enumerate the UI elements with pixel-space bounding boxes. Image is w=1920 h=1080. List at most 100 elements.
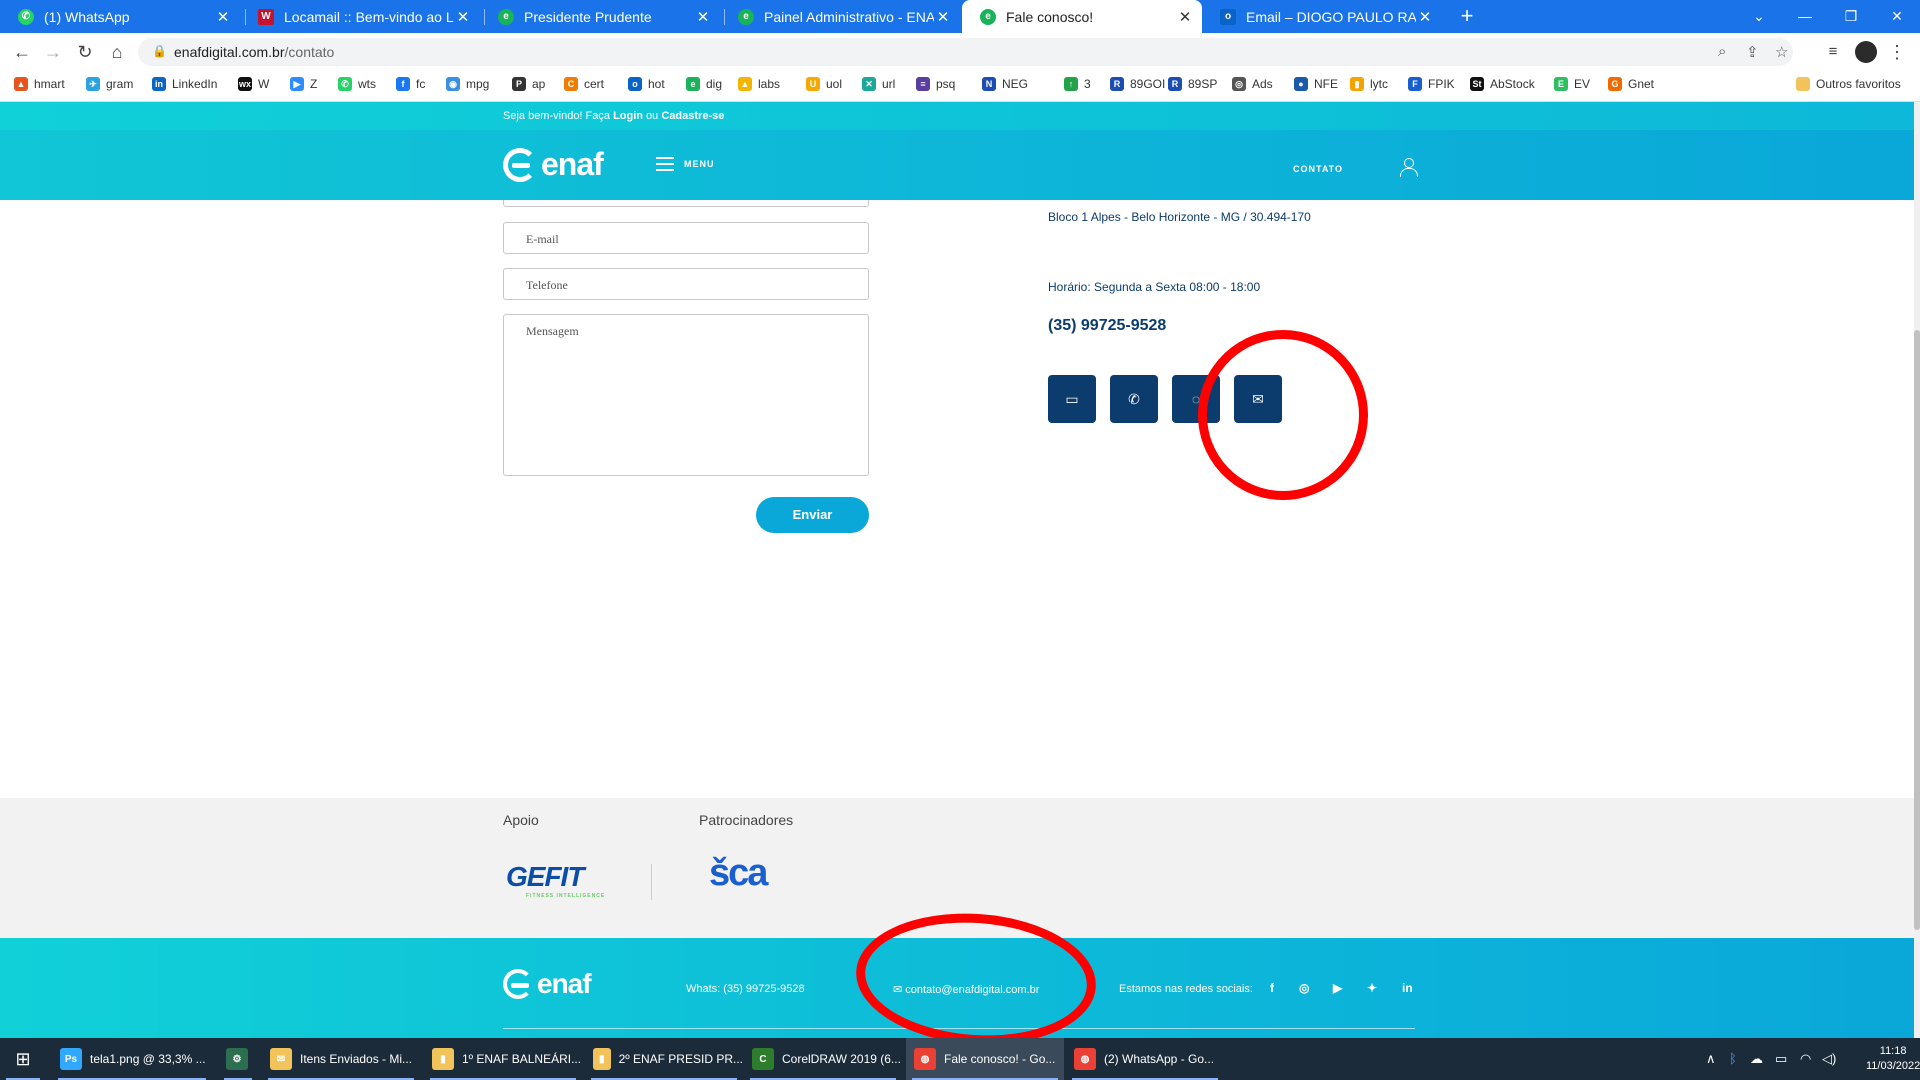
taskbar-item[interactable]: ◍ Fale conosco! - Go... xyxy=(906,1038,1064,1080)
forward-icon[interactable]: → xyxy=(42,41,64,63)
bookmark-psq[interactable]: ≡ psq xyxy=(916,77,955,91)
footer-enaf-logo[interactable]: enaf xyxy=(503,968,592,1000)
bookmark-hot[interactable]: o hot xyxy=(628,77,665,91)
bookmark-hmart[interactable]: ▲ hmart xyxy=(14,77,65,91)
volume-icon[interactable]: ◁) xyxy=(1822,1051,1836,1067)
address-bar[interactable]: 🔒 enafdigital.com.br/contato ⌕ ⇪ ☆ xyxy=(138,38,1793,66)
bookmark-mpg[interactable]: ◉ mpg xyxy=(446,77,489,91)
bookmark-icon: e xyxy=(686,77,700,91)
bookmark-z[interactable]: ▶ Z xyxy=(290,77,317,91)
bookmark-fc[interactable]: f fc xyxy=(396,77,425,91)
name-field[interactable] xyxy=(503,200,869,207)
bookmark-linkedin[interactable]: in LinkedIn xyxy=(152,77,217,91)
taskbar-item[interactable]: Ps tela1.png @ 33,3% ... xyxy=(52,1038,212,1080)
bookmark-dig[interactable]: e dig xyxy=(686,77,722,91)
bookmark-89sp[interactable]: R 89SP xyxy=(1168,77,1217,91)
bookmark-lytc[interactable]: ▮ lytc xyxy=(1350,77,1388,91)
email-field[interactable]: E-mail xyxy=(503,222,869,254)
linkedin-icon[interactable]: in xyxy=(1402,981,1413,995)
taskbar-item[interactable]: ◍ (2) WhatsApp - Go... xyxy=(1066,1038,1224,1080)
taskbar-item-label: Fale conosco! - Go... xyxy=(944,1052,1056,1066)
avatar[interactable] xyxy=(1855,41,1877,63)
tab-presidente-prudente[interactable]: e Presidente Prudente ✕ xyxy=(480,0,720,33)
share-icon[interactable]: ⇪ xyxy=(1746,43,1759,61)
tab-locamail[interactable]: W Locamail :: Bem-vindo ao Locamail ✕ xyxy=(240,0,480,33)
bookmark-icon: U xyxy=(806,77,820,91)
facebook-icon[interactable]: f xyxy=(1270,981,1274,995)
login-link[interactable]: Login xyxy=(613,110,643,122)
chat-button[interactable]: ▭ xyxy=(1048,375,1096,423)
bookmark-neg[interactable]: N NEG xyxy=(982,77,1028,91)
battery-icon[interactable]: ▭ xyxy=(1775,1051,1787,1067)
taskbar-item[interactable]: ✉ Itens Enviados - Mi... xyxy=(262,1038,420,1080)
twitter-icon[interactable]: ✦ xyxy=(1367,981,1377,995)
send-button[interactable]: Enviar xyxy=(756,497,869,533)
scrollbar-thumb[interactable] xyxy=(1914,330,1920,930)
tab-fale-conosco[interactable]: e Fale conosco! ✕ xyxy=(962,0,1202,33)
bluetooth-icon[interactable]: ᛒ xyxy=(1729,1051,1737,1066)
sca-logo[interactable]: šca xyxy=(709,852,768,895)
reading-list-icon[interactable]: ≡ xyxy=(1822,41,1844,63)
new-tab-button[interactable]: + xyxy=(1454,4,1480,30)
close-icon[interactable]: ✕ xyxy=(694,8,712,26)
menu-button[interactable]: MENU xyxy=(656,157,715,171)
phone-icon: ✆ xyxy=(1128,390,1140,407)
tab-painel-administrativo[interactable]: e Painel Administrativo - ENAF ✕ xyxy=(720,0,960,33)
bookmark-3[interactable]: ↑ 3 xyxy=(1064,77,1091,91)
bookmark-uol[interactable]: Uuol xyxy=(806,77,842,91)
youtube-icon[interactable]: ▶ xyxy=(1333,981,1342,995)
bookmark-abstock[interactable]: St AbStock xyxy=(1470,77,1535,91)
tray-chevron-icon[interactable]: ∧ xyxy=(1706,1051,1716,1067)
taskbar-item[interactable]: ⚙ xyxy=(218,1038,258,1080)
instagram-icon[interactable]: ◎ xyxy=(1299,981,1309,995)
bookmark-wts[interactable]: ✆ wts xyxy=(338,77,376,91)
tab-whatsapp[interactable]: ✆ (1) WhatsApp ✕ xyxy=(0,0,240,33)
bookmark-ads[interactable]: ◎ Ads xyxy=(1232,77,1273,91)
bookmarks-bar: Outros favoritos ▲ hmart ✈ gram in LinkedIn wx… xyxy=(0,71,1920,102)
bookmark-ap[interactable]: Pap xyxy=(512,77,545,91)
bookmark-url[interactable]: ✕ url xyxy=(862,77,895,91)
restore-button[interactable]: ❐ xyxy=(1828,0,1874,33)
clock[interactable]: 11:18 11/03/2022 xyxy=(1866,1044,1920,1074)
bookmark-89goi[interactable]: R 89GOI xyxy=(1110,77,1165,91)
start-button[interactable]: ⊞ xyxy=(0,1038,46,1080)
bookmark-icon: ▮ xyxy=(1350,77,1364,91)
contact-nav-link[interactable]: CONTATO xyxy=(1293,164,1343,174)
close-icon[interactable]: ✕ xyxy=(1416,8,1434,26)
bookmark-labs[interactable]: ▲ labs xyxy=(738,77,780,91)
bookmark-nfe[interactable]: ● NFE xyxy=(1294,77,1338,91)
bookmark-gnet[interactable]: G Gnet xyxy=(1608,77,1654,91)
reload-icon[interactable]: ↻ xyxy=(74,41,96,63)
close-icon[interactable]: ✕ xyxy=(1176,8,1194,26)
close-window-button[interactable]: ✕ xyxy=(1874,0,1920,33)
signup-link[interactable]: Cadastre-se xyxy=(661,110,724,122)
home-icon[interactable]: ⌂ xyxy=(106,41,128,63)
onedrive-icon[interactable]: ☁ xyxy=(1750,1051,1763,1067)
more-menu-icon[interactable]: ⋮ xyxy=(1886,41,1908,63)
bookmark-gram[interactable]: ✈ gram xyxy=(86,77,133,91)
bookmark-ev[interactable]: E EV xyxy=(1554,77,1590,91)
back-icon[interactable]: ← xyxy=(11,41,33,63)
taskbar-item[interactable]: ▮ 2º ENAF PRESID PR... xyxy=(585,1038,743,1080)
zoom-icon[interactable]: ⌕ xyxy=(1718,43,1726,60)
tab-email[interactable]: o Email – DIOGO PAULO RABELLO ✕ xyxy=(1202,0,1442,33)
message-field[interactable]: Mensagem xyxy=(503,314,869,476)
bookmark-w[interactable]: wx W xyxy=(238,77,269,91)
gefit-logo[interactable]: GEFIT FITNESS INTELLIGENCE xyxy=(506,861,605,899)
phone-button[interactable]: ✆ xyxy=(1110,375,1158,423)
taskbar-item[interactable]: ▮ 1º ENAF BALNEÁRI... xyxy=(424,1038,582,1080)
close-icon[interactable]: ✕ xyxy=(214,8,232,26)
wifi-icon[interactable]: ◠ xyxy=(1800,1051,1811,1067)
taskbar-item[interactable]: C CorelDRAW 2019 (6... xyxy=(744,1038,902,1080)
bookmark-star-icon[interactable]: ☆ xyxy=(1775,43,1788,61)
bookmark-cert[interactable]: Ccert xyxy=(564,77,604,91)
tab-search-icon[interactable]: ⌄ xyxy=(1736,0,1782,33)
user-icon[interactable] xyxy=(1400,158,1418,177)
close-icon[interactable]: ✕ xyxy=(454,8,472,26)
close-icon[interactable]: ✕ xyxy=(934,8,952,26)
minimize-button[interactable]: — xyxy=(1782,0,1828,33)
other-bookmarks[interactable]: Outros favoritos xyxy=(1796,77,1901,91)
enaf-logo[interactable]: enaf xyxy=(503,146,604,183)
bookmark-fpik[interactable]: F FPIK xyxy=(1408,77,1455,91)
phone-field[interactable]: Telefone xyxy=(503,268,869,300)
